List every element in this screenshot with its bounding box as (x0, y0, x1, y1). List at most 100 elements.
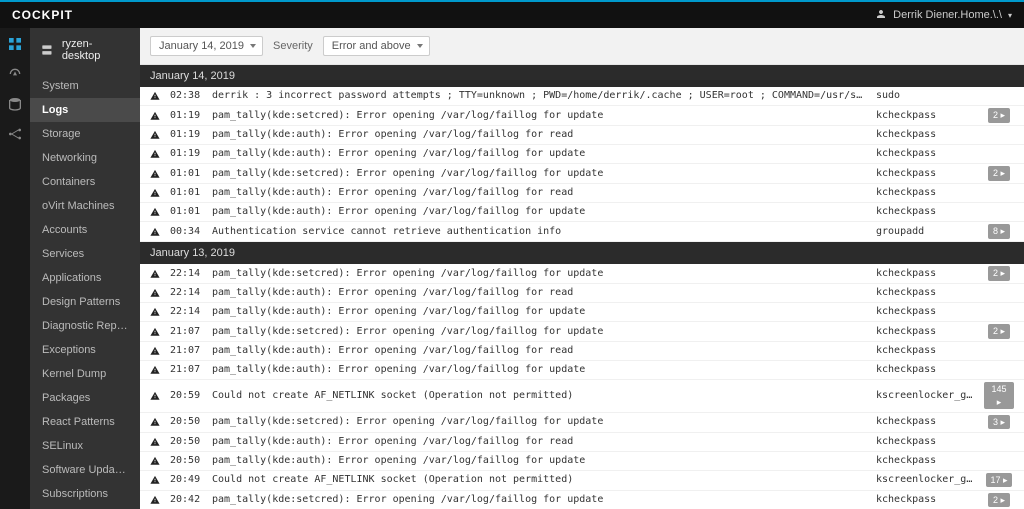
log-list[interactable]: January 14, 201902:38derrik : 3 incorrec… (140, 65, 1024, 509)
log-count-badge: 8 ▸ (984, 224, 1014, 239)
warning-icon (150, 327, 162, 337)
log-message: pam_tally(kde:auth): Error opening /var/… (212, 435, 868, 449)
log-time: 20:50 (170, 415, 204, 429)
log-service: kcheckpass (876, 435, 976, 449)
sidebar-item-containers[interactable]: Containers (30, 170, 140, 194)
sidebar-item-services[interactable]: Services (30, 242, 140, 266)
rail-speedometer-icon[interactable] (7, 66, 23, 82)
sidebar-item-software-updates[interactable]: Software Updates (30, 458, 140, 482)
log-message: pam_tally(kde:auth): Error opening /var/… (212, 205, 868, 219)
log-message: derrik : 3 incorrect password attempts ;… (212, 89, 868, 103)
log-service: kcheckpass (876, 286, 976, 300)
host-selector[interactable]: ryzen-desktop (30, 28, 140, 74)
sidebar-item-design-patterns[interactable]: Design Patterns (30, 290, 140, 314)
sidebar-item-selinux[interactable]: SELinux (30, 434, 140, 458)
brand: COCKPIT (12, 8, 73, 22)
log-row[interactable]: 01:01pam_tally(kde:auth): Error opening … (140, 203, 1024, 222)
rail-dashboard-icon[interactable] (7, 36, 23, 52)
log-time: 22:14 (170, 267, 204, 281)
sidebar-item-exceptions[interactable]: Exceptions (30, 338, 140, 362)
log-row[interactable]: 22:14 pam_tally(kde:setcred): Error openi… (140, 264, 1024, 284)
log-count-badge: 145 ▸ (984, 382, 1014, 410)
warning-icon (150, 111, 162, 121)
log-service: kcheckpass (876, 493, 976, 507)
sidebar-item-storage[interactable]: Storage (30, 122, 140, 146)
chevron-down-icon: ▾ (1008, 11, 1012, 20)
sidebar-item-diagnostic-reports[interactable]: Diagnostic Reports (30, 314, 140, 338)
sidebar-item-subscriptions[interactable]: Subscriptions (30, 482, 140, 506)
warning-icon (150, 227, 162, 237)
warning-icon (150, 207, 162, 217)
log-message: pam_tally(kde:auth): Error opening /var/… (212, 305, 868, 319)
log-row[interactable]: 01:19pam_tally(kde:setcred): Error openi… (140, 106, 1024, 126)
log-row[interactable]: 02:38derrik : 3 incorrect password attem… (140, 87, 1024, 106)
log-message: pam_tally(kde:setcred): Error opening /v… (212, 109, 868, 123)
log-row[interactable]: 22:14 pam_tally(kde:auth): Error opening … (140, 303, 1024, 322)
log-row[interactable]: 20:49Could not create AF_NETLINK socket … (140, 471, 1024, 491)
log-message: pam_tally(kde:setcred): Error opening /v… (212, 325, 868, 339)
logs-toolbar: January 14, 2019 Severity Error and abov… (140, 28, 1024, 65)
log-count-badge: 3 ▸ (984, 415, 1014, 430)
log-time: 01:01 (170, 167, 204, 181)
log-group-header: January 14, 2019 (140, 65, 1024, 87)
log-row[interactable]: 21:07 pam_tally(kde:setcred): Error openi… (140, 322, 1024, 342)
log-time: 22:14 (170, 305, 204, 319)
warning-icon (150, 269, 162, 279)
log-row[interactable]: 00:34Authentication service cannot retri… (140, 222, 1024, 242)
date-filter-select[interactable]: January 14, 2019 (150, 36, 263, 56)
log-service: kscreenlocker_gre… (876, 389, 976, 403)
sidebar-item-packages[interactable]: Packages (30, 386, 140, 410)
sidebar-item-applications[interactable]: Applications (30, 266, 140, 290)
log-row[interactable]: 20:59Could not create AF_NETLINK socket … (140, 380, 1024, 413)
log-row[interactable]: 20:42pam_tally(kde:setcred): Error openi… (140, 491, 1024, 509)
log-group-header: January 13, 2019 (140, 242, 1024, 264)
sidebar-item-accounts[interactable]: Accounts (30, 218, 140, 242)
nav-rail (0, 28, 30, 509)
log-row[interactable]: 01:01pam_tally(kde:auth): Error opening … (140, 184, 1024, 203)
sidebar-item-kernel-dump[interactable]: Kernel Dump (30, 362, 140, 386)
log-message: pam_tally(kde:auth): Error opening /var/… (212, 128, 868, 142)
rail-network-icon[interactable] (7, 126, 23, 142)
log-service: kcheckpass (876, 325, 976, 339)
severity-filter-select[interactable]: Error and above (323, 36, 430, 56)
sidebar-item-logs[interactable]: Logs (30, 98, 140, 122)
host-name: ryzen-desktop (62, 38, 130, 62)
log-row[interactable]: 20:50pam_tally(kde:setcred): Error openi… (140, 413, 1024, 433)
log-row[interactable]: 21:07pam_tally(kde:auth): Error opening … (140, 342, 1024, 361)
sidebar-item-system[interactable]: System (30, 74, 140, 98)
sidebar-item-networking[interactable]: Networking (30, 146, 140, 170)
sidebar-item-react-patterns[interactable]: React Patterns (30, 410, 140, 434)
log-service: kcheckpass (876, 305, 976, 319)
rail-storage-icon[interactable] (7, 96, 23, 112)
log-message: pam_tally(kde:setcred): Error opening /v… (212, 167, 868, 181)
sidebar-item-ovirt-machines[interactable]: oVirt Machines (30, 194, 140, 218)
log-time: 21:07 (170, 325, 204, 339)
log-time: 22:14 (170, 286, 204, 300)
user-menu[interactable]: Derrik Diener.Home.\.\ ▾ (875, 8, 1012, 23)
log-count-badge: 2 ▸ (984, 493, 1014, 508)
log-time: 00:34 (170, 225, 204, 239)
log-service: kcheckpass (876, 454, 976, 468)
log-row[interactable]: 01:19 pam_tally(kde:auth): Error opening … (140, 126, 1024, 145)
log-service: groupadd (876, 225, 976, 239)
log-service: kcheckpass (876, 128, 976, 142)
log-message: pam_tally(kde:auth): Error opening /var/… (212, 454, 868, 468)
log-row[interactable]: 22:14pam_tally(kde:auth): Error opening … (140, 284, 1024, 303)
log-message: pam_tally(kde:setcred): Error opening /v… (212, 267, 868, 281)
log-count-badge: 2 ▸ (984, 166, 1014, 181)
topbar: COCKPIT Derrik Diener.Home.\.\ ▾ (0, 0, 1024, 28)
log-row[interactable]: 01:01 pam_tally(kde:setcred): Error openi… (140, 164, 1024, 184)
warning-icon (150, 417, 162, 427)
warning-icon (150, 346, 162, 356)
log-row[interactable]: 21:07pam_tally(kde:auth): Error opening … (140, 361, 1024, 380)
log-row[interactable]: 20:50pam_tally(kde:auth): Error opening … (140, 433, 1024, 452)
log-time: 01:19 (170, 147, 204, 161)
log-row[interactable]: 20:50pam_tally(kde:auth): Error opening … (140, 452, 1024, 471)
log-count-badge: 17 ▸ (984, 473, 1014, 488)
log-message: Could not create AF_NETLINK socket (Oper… (212, 389, 868, 403)
log-count-badge: 2 ▸ (984, 266, 1014, 281)
warning-icon (150, 437, 162, 447)
log-time: 01:19 (170, 128, 204, 142)
warning-icon (150, 188, 162, 198)
log-row[interactable]: 01:19pam_tally(kde:auth): Error opening … (140, 145, 1024, 164)
